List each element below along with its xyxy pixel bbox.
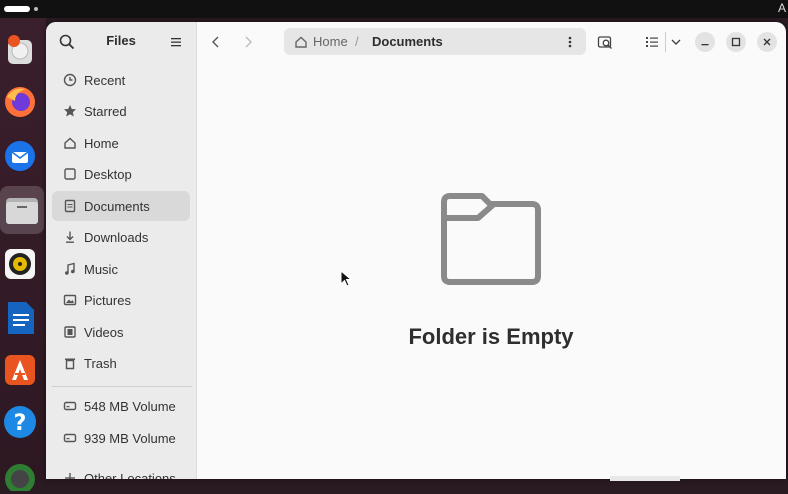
- folder-icon: [441, 193, 541, 285]
- dock-item-rhythmbox[interactable]: [2, 246, 38, 282]
- drive-icon: [63, 433, 77, 443]
- sidebar-item-label: Starred: [84, 103, 127, 119]
- topbar-letter: A: [777, 1, 786, 15]
- sidebar-item-downloads[interactable]: Downloads: [52, 222, 190, 252]
- sidebar-item-trash[interactable]: Trash: [52, 348, 190, 378]
- sidebar-item-music[interactable]: Music: [52, 254, 190, 284]
- drive-icon: [63, 401, 77, 411]
- clock-icon: [63, 73, 77, 87]
- mouse-cursor-icon: [340, 270, 352, 287]
- svg-text:?: ?: [14, 411, 27, 436]
- dock-item-app-center[interactable]: [2, 352, 38, 388]
- sidebar-item-label: Downloads: [84, 229, 149, 245]
- forward-arrow-icon[interactable]: [240, 34, 256, 50]
- dock-item-files[interactable]: [0, 186, 44, 234]
- videos-icon: [64, 326, 76, 338]
- desktop-icon: [64, 168, 76, 180]
- ubuntu-logo-icon: [8, 35, 32, 64]
- sidebar-header: Files: [46, 22, 196, 62]
- close-button[interactable]: [757, 32, 777, 52]
- pictures-icon: [63, 294, 77, 306]
- sidebar-item-label: Documents: [84, 198, 150, 214]
- dock-item-ubuntu[interactable]: [2, 32, 38, 68]
- libreoffice-writer-icon: [8, 302, 34, 334]
- kebab-menu-icon[interactable]: [565, 34, 575, 50]
- minimize-icon: [701, 44, 709, 46]
- header-bar: Home / Documents: [196, 22, 786, 62]
- sidebar-item-label: 939 MB Volume: [84, 430, 176, 446]
- sidebar-item-recent[interactable]: Recent: [52, 65, 190, 95]
- sidebar-item-home[interactable]: Home: [52, 128, 190, 158]
- firefox-icon: [5, 87, 35, 117]
- top-bar: A: [0, 0, 788, 18]
- sidebar-item-label: Recent: [84, 72, 126, 88]
- maximize-icon: [731, 37, 741, 47]
- dock-item-firefox[interactable]: [2, 84, 38, 120]
- document-icon: [64, 199, 76, 213]
- plus-icon: [65, 473, 75, 479]
- back-arrow-icon[interactable]: [208, 34, 224, 50]
- sidebar-item-videos[interactable]: Videos: [52, 317, 190, 347]
- activities-indicator[interactable]: [4, 6, 30, 12]
- sidebar-item-label: Home: [84, 135, 119, 151]
- trash-icon: [65, 358, 75, 370]
- app-grid-icon: [5, 464, 35, 491]
- home-icon: [64, 137, 76, 149]
- breadcrumb-home[interactable]: Home: [294, 34, 348, 49]
- workspace-dot: [34, 7, 38, 11]
- maximize-button[interactable]: [726, 32, 746, 52]
- dock-item-writer[interactable]: [2, 300, 38, 336]
- rhythmbox-icon: [5, 249, 35, 279]
- sidebar-item-label: Videos: [84, 324, 124, 340]
- breadcrumb-home-label: Home: [313, 34, 348, 49]
- sidebar-item-pictures[interactable]: Pictures: [52, 285, 190, 315]
- files-icon: [6, 198, 38, 224]
- close-icon: [763, 38, 771, 46]
- sidebar-item-volume-939[interactable]: 939 MB Volume: [52, 423, 190, 453]
- files-window: Files Recent Starred Home Desktop Docume…: [46, 22, 786, 479]
- dock-item-thunderbird[interactable]: [2, 138, 38, 174]
- hamburger-menu-icon[interactable]: [168, 34, 184, 50]
- music-icon: [65, 262, 75, 275]
- star-icon: [64, 105, 76, 117]
- sidebar: Files Recent Starred Home Desktop Docume…: [46, 22, 197, 479]
- background-window-edge: [610, 476, 680, 481]
- dock-item-help[interactable]: ?: [2, 404, 38, 440]
- sidebar-item-label: Music: [84, 261, 118, 277]
- download-icon: [66, 231, 74, 243]
- minimize-button[interactable]: [695, 32, 715, 52]
- empty-folder-title: Folder is Empty: [408, 324, 574, 349]
- app-center-icon: [5, 355, 35, 385]
- sidebar-item-other-locations[interactable]: Other Locations: [52, 463, 190, 479]
- list-view-icon[interactable]: [644, 34, 660, 50]
- thunderbird-icon: [5, 141, 35, 171]
- dock-item-app-grid[interactable]: [2, 458, 38, 494]
- help-icon: ?: [4, 406, 36, 438]
- chevron-down-icon[interactable]: [668, 34, 684, 50]
- dock: ?: [0, 18, 46, 491]
- sidebar-item-label: Pictures: [84, 292, 131, 308]
- sidebar-item-desktop[interactable]: Desktop: [52, 159, 190, 189]
- sidebar-item-label: Other Locations: [84, 470, 176, 480]
- sidebar-item-label: Trash: [84, 355, 117, 371]
- empty-folder-view: Folder is Empty: [196, 62, 786, 479]
- sidebar-item-label: Desktop: [84, 166, 132, 182]
- path-bar: Home / Documents: [284, 28, 586, 55]
- sidebar-separator: [52, 386, 192, 387]
- sidebar-item-volume-548[interactable]: 548 MB Volume: [52, 391, 190, 421]
- search-folder-icon[interactable]: [597, 34, 613, 50]
- breadcrumb-separator: /: [355, 34, 359, 49]
- view-divider: [665, 32, 666, 52]
- sidebar-item-label: 548 MB Volume: [84, 398, 176, 414]
- sidebar-item-documents[interactable]: Documents: [52, 191, 190, 221]
- breadcrumb-current[interactable]: Documents: [372, 34, 443, 49]
- sidebar-item-starred[interactable]: Starred: [52, 96, 190, 126]
- home-icon: [295, 36, 307, 48]
